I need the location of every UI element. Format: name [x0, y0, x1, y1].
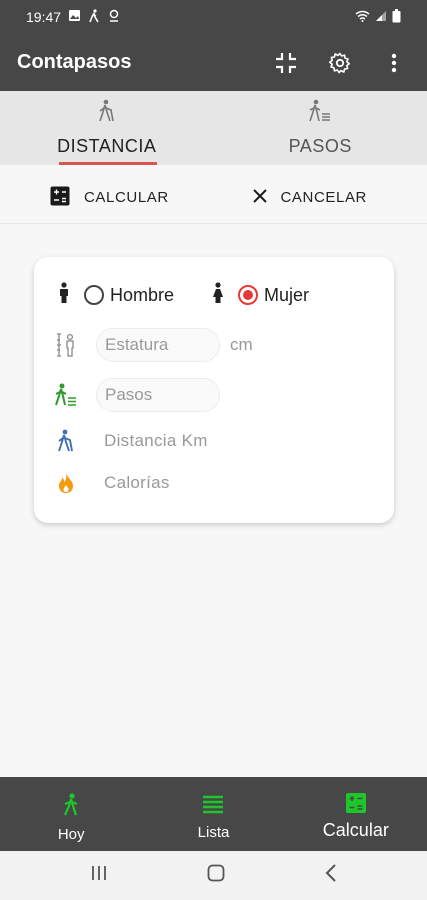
status-time: 19:47 [26, 9, 62, 25]
distance-icon [54, 429, 78, 453]
app-actions [270, 47, 410, 79]
gender-option-mujer[interactable]: Mujer [212, 281, 310, 309]
app-bar: Contapasos [0, 34, 427, 91]
height-row: cm [34, 327, 394, 363]
home-icon[interactable] [207, 864, 225, 887]
action-row: CALCULAR CANCELAR [0, 172, 427, 224]
tab-active-indicator [59, 162, 157, 165]
signal-icon [375, 9, 387, 25]
steps-icon [54, 383, 78, 407]
calculator-icon [345, 793, 366, 818]
gender-male-label: Hombre [110, 284, 175, 305]
distance-row: Distancia Km [34, 427, 394, 455]
calculate-button[interactable]: CALCULAR [50, 186, 169, 210]
bottom-nav: Hoy Lista Calcular [0, 777, 427, 851]
nav-lista[interactable]: Lista [142, 777, 284, 851]
status-bar: 19:47 [0, 0, 427, 34]
app-title: Contapasos [17, 51, 132, 73]
cancel-button[interactable]: CANCELAR [252, 188, 368, 207]
gender-row: Hombre Mujer [34, 279, 394, 311]
form-card: Hombre Mujer cm Distancia Km C [34, 257, 394, 523]
wifi-icon [355, 9, 370, 25]
status-right [355, 8, 401, 26]
back-icon[interactable] [325, 864, 337, 887]
nav-label: Calcular [322, 820, 389, 840]
walking-icon [88, 8, 100, 26]
steps-input[interactable] [96, 378, 220, 412]
recent-apps-icon[interactable] [90, 865, 108, 886]
calories-label: Calorías [104, 473, 170, 492]
male-icon [58, 281, 70, 309]
fullscreen-exit-icon[interactable] [270, 47, 302, 79]
steps-row [34, 377, 394, 413]
accessibility-icon [107, 9, 121, 26]
fire-icon [54, 472, 78, 494]
walking-with-cane-icon [96, 99, 118, 128]
cancel-label: CANCELAR [280, 189, 367, 206]
nav-label: Lista [197, 824, 230, 841]
tab-label: DISTANCIA [57, 136, 157, 156]
tab-distancia[interactable]: DISTANCIA [0, 91, 214, 165]
height-unit: cm [230, 335, 253, 354]
nav-calcular[interactable]: Calcular [285, 777, 427, 851]
calculator-icon [50, 186, 70, 210]
gender-female-label: Mujer [264, 284, 310, 305]
radio-hombre[interactable] [84, 285, 104, 305]
more-vert-icon[interactable] [378, 47, 410, 79]
system-nav-bar [0, 851, 427, 900]
tab-bar: DISTANCIA PASOS [0, 91, 427, 165]
walking-icon [62, 793, 80, 822]
tab-pasos[interactable]: PASOS [214, 91, 427, 165]
height-input[interactable] [96, 328, 220, 362]
list-icon [202, 793, 224, 820]
nav-label: Hoy [57, 826, 85, 843]
battery-icon [392, 8, 401, 26]
height-icon [54, 332, 78, 358]
female-icon [212, 281, 224, 309]
tab-label: PASOS [288, 136, 352, 156]
status-left: 19:47 [26, 8, 121, 26]
image-icon [68, 9, 81, 25]
calculate-label: CALCULAR [84, 189, 169, 206]
nav-hoy[interactable]: Hoy [0, 777, 142, 851]
walking-steps-icon [308, 99, 332, 128]
gender-option-hombre[interactable]: Hombre [58, 281, 175, 309]
calories-row: Calorías [34, 469, 394, 497]
close-icon [252, 188, 267, 207]
settings-icon[interactable] [324, 47, 356, 79]
distance-label: Distancia Km [104, 431, 208, 450]
radio-mujer[interactable] [238, 285, 259, 305]
